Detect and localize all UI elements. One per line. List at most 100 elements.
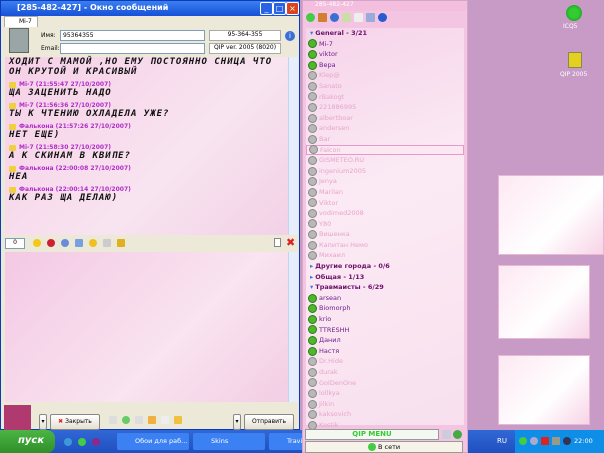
maximize-button[interactable]: □ xyxy=(273,2,286,15)
contact-item[interactable]: durak xyxy=(306,367,464,378)
contact-group[interactable]: ▸ Общая - 1/13 xyxy=(306,272,464,283)
contact-item[interactable]: lollkya xyxy=(306,388,464,399)
qip-desktop-icon[interactable] xyxy=(568,52,582,68)
smiley-icon[interactable] xyxy=(33,239,41,247)
info-icon[interactable]: i xyxy=(285,31,295,41)
uin-display: 95-364-355 xyxy=(209,30,281,41)
status-icon[interactable] xyxy=(306,13,315,22)
message-text: А К СКИНАМ В КВИПЕ? xyxy=(9,151,131,161)
contact-item[interactable]: Marilan xyxy=(306,187,464,198)
email-field[interactable] xyxy=(60,43,205,54)
contact-group[interactable]: ▾ General - 3/21 xyxy=(306,28,464,39)
language-indicator[interactable]: RU xyxy=(497,437,507,445)
contact-name: durak xyxy=(319,368,338,376)
contact-item[interactable]: Y80 xyxy=(306,219,464,230)
contact-item[interactable]: albertboar xyxy=(306,113,464,124)
contact-item[interactable]: Jenya xyxy=(306,176,464,187)
send-options-dropdown[interactable]: ▾ xyxy=(233,414,241,430)
contact-name: 221886995 xyxy=(319,103,357,112)
network-icon[interactable] xyxy=(530,437,538,445)
contact-item[interactable]: andersen xyxy=(306,123,464,134)
contact-item[interactable]: Viktor xyxy=(306,198,464,209)
show-offline-icon[interactable] xyxy=(453,430,462,439)
close-tab-icon[interactable]: ✖ xyxy=(286,236,295,249)
translit-icon[interactable] xyxy=(135,416,143,424)
contact-item[interactable]: Михаил xyxy=(306,250,464,261)
contact-group[interactable]: ▾ Травмаисты - 6/29 xyxy=(306,282,464,293)
monitor-icon[interactable] xyxy=(563,437,571,445)
contact-item[interactable]: vodimed2008 xyxy=(306,208,464,219)
contact-item[interactable]: Капитан Немо xyxy=(306,240,464,251)
user-info-icon[interactable] xyxy=(148,416,156,424)
contact-group[interactable]: ▸ Другие города - 0/6 xyxy=(306,261,464,272)
file-transfer-icon[interactable] xyxy=(61,239,69,247)
minimize-button[interactable]: _ xyxy=(260,2,273,15)
contact-item[interactable]: Вера xyxy=(306,60,464,71)
tab-mi7[interactable]: Mi-7 xyxy=(4,16,38,27)
contact-item[interactable]: Klep@ xyxy=(306,70,464,81)
search-icon[interactable] xyxy=(442,430,451,439)
contact-item[interactable]: Данил xyxy=(306,335,464,346)
input-scrollbar[interactable] xyxy=(288,252,298,402)
name-field[interactable] xyxy=(60,30,205,41)
contact-item[interactable]: Jilkin xyxy=(306,399,464,410)
contact-name: Marilan xyxy=(319,187,343,196)
quote-icon[interactable] xyxy=(109,416,117,424)
contact-item[interactable]: GISMETEO.RU xyxy=(306,155,464,166)
contact-item[interactable]: kaksovich xyxy=(306,409,464,420)
qip-menu-button[interactable]: QIP MENU xyxy=(305,429,439,440)
settings-icon[interactable] xyxy=(366,13,375,22)
browser-icon[interactable] xyxy=(330,13,339,22)
start-button[interactable]: пуск xyxy=(0,430,55,453)
close-options-dropdown[interactable]: ▾ xyxy=(39,414,47,430)
send-button[interactable]: Отправить xyxy=(244,414,294,430)
expand-icon: ▾ xyxy=(310,283,314,292)
status-flower-icon xyxy=(308,240,317,250)
contact-item[interactable]: 221886995 xyxy=(306,102,464,113)
contact-item[interactable]: GolDenOne xyxy=(306,378,464,389)
new-page-icon[interactable] xyxy=(274,238,281,247)
contact-item[interactable]: Mi-7 xyxy=(306,39,464,50)
keyboard-icon[interactable] xyxy=(103,239,111,247)
contact-item[interactable]: Falcon xyxy=(306,144,464,156)
contact-item[interactable]: Вишенка xyxy=(306,229,464,240)
notes-icon[interactable] xyxy=(342,13,351,22)
user-details-icon[interactable] xyxy=(174,416,182,424)
contacts-icon[interactable] xyxy=(318,13,327,22)
mail-icon[interactable] xyxy=(354,13,363,22)
lock-icon[interactable] xyxy=(117,239,125,247)
contacts-icon[interactable] xyxy=(122,416,130,424)
tray-app-icon[interactable] xyxy=(552,437,560,445)
icq-tray-icon[interactable] xyxy=(519,437,527,445)
close-window-button[interactable]: × xyxy=(286,2,299,15)
icq-desktop-icon[interactable] xyxy=(566,5,582,21)
kaspersky-icon[interactable] xyxy=(541,437,549,445)
notes-icon[interactable] xyxy=(161,416,169,424)
contact-item[interactable]: Biomorph xyxy=(306,303,464,314)
media-icon[interactable] xyxy=(92,438,100,446)
contact-item[interactable]: arsean xyxy=(306,293,464,304)
icq-label: ICQ5 xyxy=(563,23,578,30)
contact-item[interactable]: krio xyxy=(306,314,464,325)
contact-item[interactable]: Настя xyxy=(306,346,464,357)
contact-item[interactable]: rBakogt xyxy=(306,92,464,103)
contact-item[interactable]: Bar xyxy=(306,134,464,145)
log-scrollbar[interactable] xyxy=(288,57,298,235)
history-icon[interactable] xyxy=(75,239,83,247)
contact-item[interactable]: ingenium2005 xyxy=(306,166,464,177)
status-flower-icon xyxy=(308,304,317,314)
contact-item[interactable]: TTRESHH xyxy=(306,325,464,336)
icq-quicklaunch-icon[interactable] xyxy=(78,438,86,446)
info-icon[interactable] xyxy=(378,13,387,22)
contact-item[interactable]: viktor xyxy=(306,49,464,60)
bomb-icon[interactable] xyxy=(47,239,55,247)
ie-icon[interactable] xyxy=(64,438,72,446)
star-icon[interactable] xyxy=(89,239,97,247)
taskbar-item[interactable]: Skins xyxy=(193,433,265,450)
close-button[interactable]: ✖ Закрыть xyxy=(50,414,100,430)
message-input[interactable] xyxy=(5,252,288,402)
contact-item[interactable]: Dr.Hide xyxy=(306,356,464,367)
taskbar-item[interactable]: Обои для раб... xyxy=(117,433,189,450)
contact-item[interactable]: Sanato xyxy=(306,81,464,92)
status-selector[interactable]: В сети xyxy=(305,441,463,453)
